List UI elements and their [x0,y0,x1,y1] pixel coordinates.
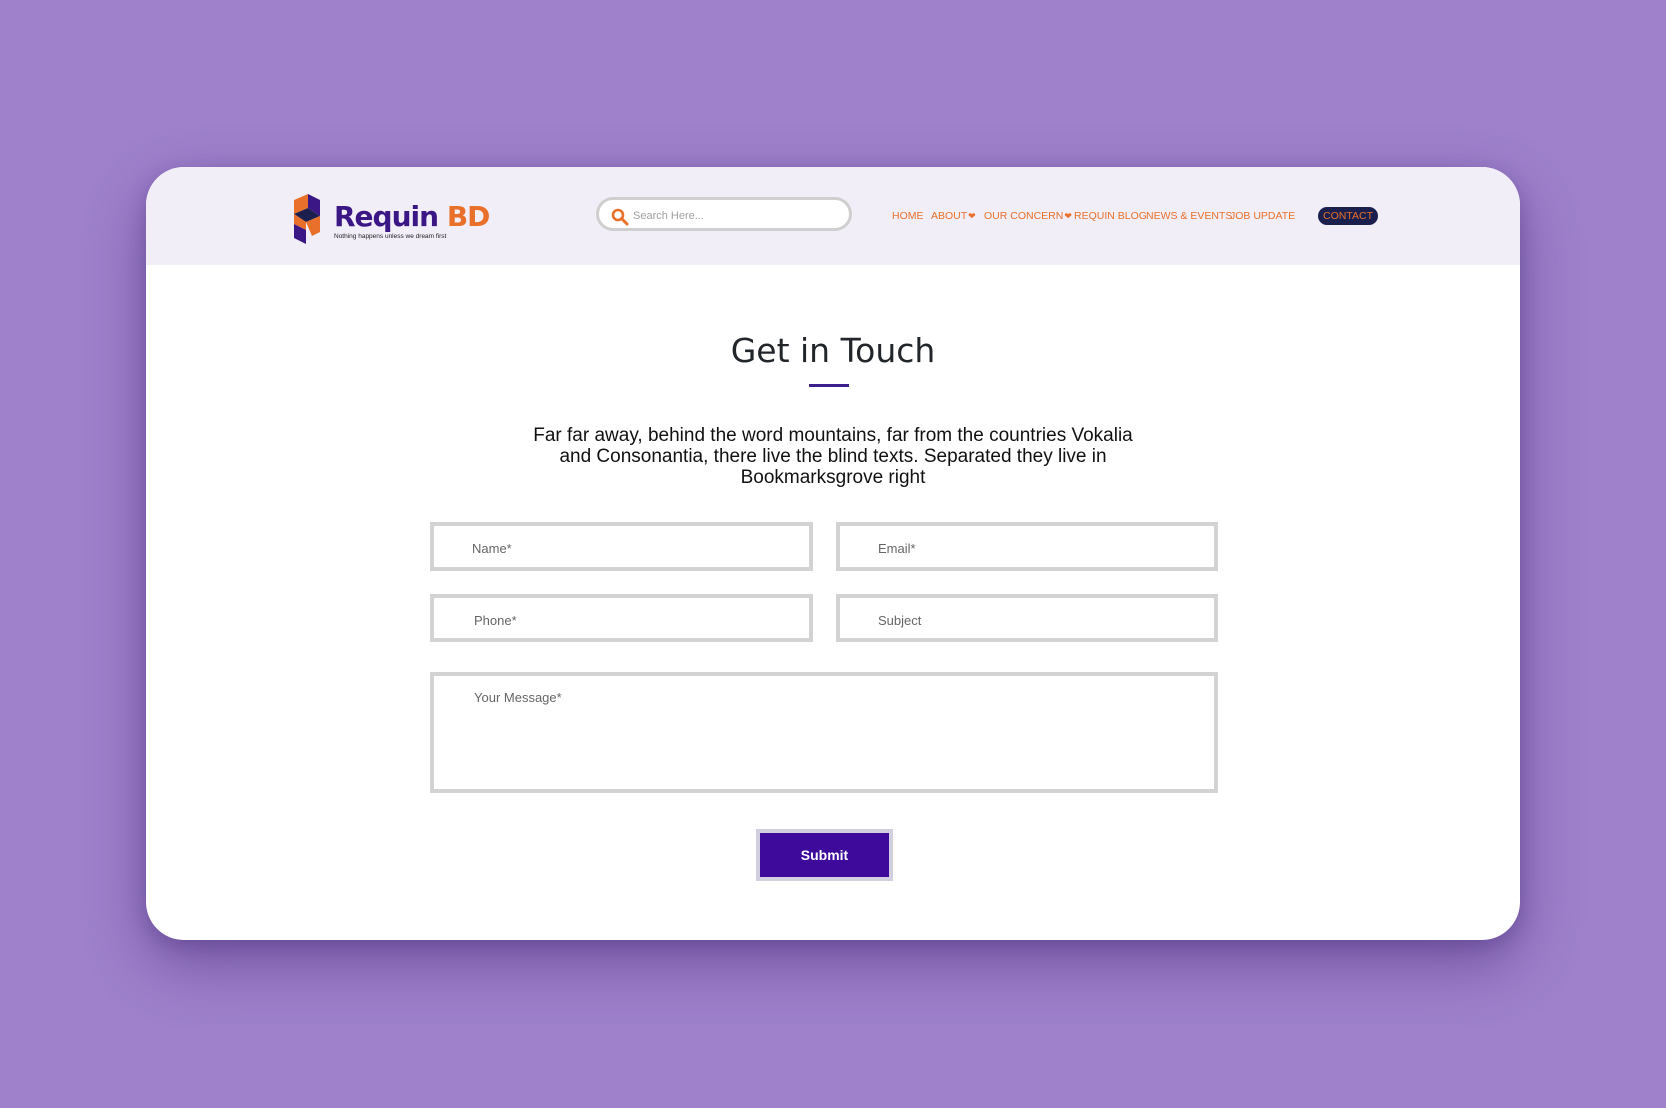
nav-item-label: JOB UPDATE [1230,210,1296,222]
nav-item-label: OUR CONCERN [984,210,1064,222]
logo-mark-icon [294,194,320,244]
email-field[interactable] [836,522,1218,571]
subject-input[interactable] [876,612,1180,629]
brand-name: Requin BD [334,200,491,233]
title-underline [809,384,849,387]
nav-item-job-update[interactable]: JOB UPDATE [1230,210,1295,222]
heart-icon: ❤ [968,211,976,221]
subject-field[interactable] [836,594,1218,642]
name-field[interactable] [430,522,813,571]
search-icon[interactable] [611,208,629,226]
nav-item-label: REQUIN BLOG [1074,210,1147,222]
page-title: Get in Touch [730,331,936,370]
message-field[interactable] [430,672,1218,793]
nav-item-news-events[interactable]: NEWS & EVENTS [1146,210,1232,222]
phone-field[interactable] [430,594,813,642]
nav-item-label: HOME [892,210,924,222]
nav-item-requin-blog[interactable]: REQUIN BLOG [1074,210,1147,222]
browser-card: Requin BD Nothing happens unless we drea… [146,167,1520,940]
name-input[interactable] [470,540,774,557]
brand-name-part2: BD [446,200,491,233]
brand-name-part1: Requin [334,200,439,233]
email-input[interactable] [876,540,1180,557]
logo[interactable]: Requin BD Nothing happens unless we drea… [292,194,490,244]
nav-item-home[interactable]: HOME [892,210,924,222]
intro-text: Far far away, behind the word mountains,… [533,425,1133,488]
submit-button[interactable]: Submit [760,833,889,877]
contact-button[interactable]: CONTACT [1318,207,1378,225]
nav-item-our-concern[interactable]: OUR CONCERN❤ [984,210,1072,222]
submit-button-frame: Submit [756,829,893,881]
site-header: Requin BD Nothing happens unless we drea… [146,167,1520,265]
message-textarea[interactable] [472,688,1100,782]
heart-icon: ❤ [1064,211,1072,221]
nav-item-label: ABOUT [931,210,968,222]
brand-tagline: Nothing happens unless we dream first [334,233,447,240]
nav-item-about[interactable]: ABOUT❤ [931,210,976,222]
search-bar[interactable] [596,197,852,231]
phone-input[interactable] [472,612,776,629]
search-input[interactable] [631,206,835,226]
nav-item-label: NEWS & EVENTS [1146,210,1233,222]
